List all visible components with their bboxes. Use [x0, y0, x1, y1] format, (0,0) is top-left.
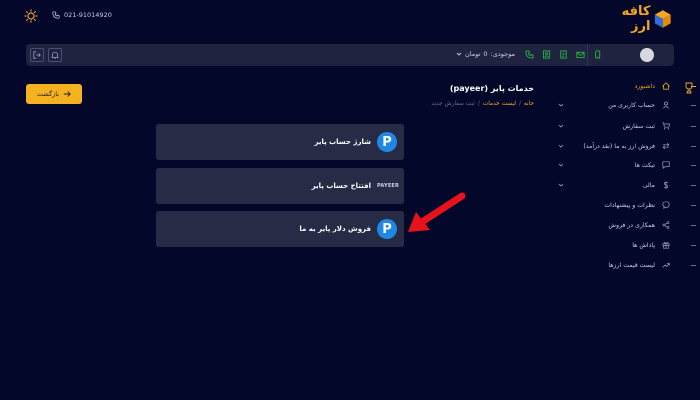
service-card-label: افتتاح حساب پایر	[311, 182, 371, 190]
sidebar-item-label: حساب کاربری من	[608, 101, 655, 109]
cart-icon	[661, 122, 670, 131]
sidebar-item-price-list[interactable]: لیست قیمت ارزها	[540, 256, 700, 274]
breadcrumb-home[interactable]: خانه	[524, 101, 534, 107]
payeer-p-icon: P	[377, 132, 397, 152]
mobile-icon	[595, 50, 601, 59]
chevron-down-icon	[558, 124, 564, 128]
sidebar-item-label: تیکت ها	[634, 161, 655, 169]
service-card-label: فروش دلار پایر به ما	[299, 225, 371, 233]
phone-icon	[525, 50, 534, 59]
sidebar-item-rewards[interactable]: پاداش ها	[540, 236, 700, 254]
brand-logo[interactable]: کافه ارز	[604, 4, 672, 34]
sidebar-dash	[691, 264, 696, 266]
balance-value: 0	[483, 50, 488, 58]
logout-button[interactable]	[30, 48, 44, 62]
trend-icon	[661, 261, 670, 270]
sidebar-item-label: ثبت سفارش	[622, 122, 655, 130]
comment-icon	[661, 201, 670, 210]
dollar-icon	[661, 181, 670, 190]
sun-icon[interactable]	[24, 9, 38, 23]
id-card-button[interactable]	[541, 49, 552, 60]
service-card-sell-dollar[interactable]: فروش دلار پایر به ما P	[156, 211, 404, 247]
red-arrow-annotation-icon	[408, 192, 466, 232]
bell-icon	[51, 51, 59, 59]
phone-icon	[52, 11, 60, 19]
sidebar-item-finance[interactable]: مالی	[540, 176, 700, 194]
gift-icon	[661, 241, 670, 250]
sidebar-dash	[691, 85, 696, 87]
sidebar-item-label: فروش ارز به ما (نقد درآمد)	[583, 142, 655, 150]
notifications-button[interactable]	[48, 48, 62, 62]
sidebar-item-place-order[interactable]: ثبت سفارش	[540, 117, 700, 135]
payeer-wordmark-icon: PAYEER	[377, 183, 400, 189]
chevron-down-icon	[558, 183, 564, 187]
sidebar-item-label: لیست قیمت ارزها	[608, 261, 655, 269]
sidebar-item-label: همکاری در فروش	[608, 221, 655, 229]
balance-label: موجودی:	[490, 50, 515, 58]
sidebar-dash	[691, 164, 696, 166]
sidebar-item-my-account[interactable]: حساب کاربری من	[540, 96, 700, 114]
chevron-down-icon	[558, 144, 564, 148]
home-icon	[661, 82, 670, 91]
sidebar-item-feedback[interactable]: نظرات و پیشنهادات	[540, 196, 700, 214]
phone-contact-button[interactable]	[524, 49, 535, 60]
sidebar-item-dashboard[interactable]: داشبورد	[540, 77, 700, 95]
sidebar-item-sell-currency[interactable]: فروش ارز به ما (نقد درآمد)	[540, 137, 700, 155]
arrow-right-icon	[63, 91, 71, 97]
sidebar-item-label: داشبورد	[634, 82, 655, 90]
share-icon	[661, 221, 670, 230]
wallet-balance[interactable]: موجودی: 0 تومان	[456, 50, 515, 58]
breadcrumb-services[interactable]: لیست خدمات	[483, 101, 516, 107]
chevron-down-icon	[558, 163, 564, 167]
breadcrumb-current: ثبت سفارش جدید	[431, 101, 475, 107]
document-icon	[560, 50, 567, 59]
sidebar-dash	[691, 244, 696, 246]
service-card-charge[interactable]: شارژ حساب پایر P	[156, 124, 404, 160]
chat-icon	[661, 161, 670, 170]
back-button[interactable]: بازگشت	[26, 84, 82, 104]
mobile-button[interactable]	[592, 49, 603, 60]
breadcrumb-separator: /	[477, 101, 480, 107]
payeer-p-icon: P	[377, 219, 397, 239]
sidebar-dash	[691, 224, 696, 226]
mail-button[interactable]	[575, 49, 586, 60]
brand-logo-text: کافه ارز	[621, 4, 651, 34]
support-phone[interactable]: 021-91014920	[52, 11, 112, 19]
service-card-open-account[interactable]: افتتاح حساب پایر PAYEER	[156, 168, 404, 204]
document-button[interactable]	[558, 49, 569, 60]
sidebar-dash	[691, 145, 696, 147]
id-card-icon	[542, 50, 551, 59]
sidebar-dash	[691, 125, 696, 127]
sidebar-item-label: نظرات و پیشنهادات	[604, 201, 655, 209]
breadcrumb-separator: /	[518, 101, 521, 107]
sidebar-item-label: مالی	[642, 181, 655, 189]
sidebar-item-label: پاداش ها	[632, 241, 655, 249]
cube-logo-icon	[655, 10, 672, 28]
breadcrumb: خانه / لیست خدمات / ثبت سفارش جدید	[431, 101, 534, 107]
sidebar-item-affiliate[interactable]: همکاری در فروش	[540, 216, 700, 234]
user-icon	[661, 101, 670, 110]
exchange-icon	[661, 142, 670, 151]
sidebar-dash	[691, 184, 696, 186]
logout-icon	[33, 51, 41, 59]
chevron-down-icon	[456, 52, 462, 56]
sidebar-dash	[691, 204, 696, 206]
sidebar-dash	[691, 104, 696, 106]
chevron-down-icon	[558, 103, 564, 107]
sidebar-item-tickets[interactable]: تیکت ها	[540, 156, 700, 174]
service-card-label: شارژ حساب پایر	[314, 138, 371, 146]
mail-icon	[576, 51, 585, 59]
toolbar-divider	[587, 44, 588, 66]
page-title: خدمات پایر (payeer)	[449, 84, 534, 93]
phone-number: 021-91014920	[64, 11, 112, 19]
balance-unit: تومان	[465, 50, 481, 58]
back-button-label: بازگشت	[36, 90, 60, 98]
avatar[interactable]	[640, 48, 654, 62]
top-toolbar: موجودی: 0 تومان	[26, 44, 674, 66]
